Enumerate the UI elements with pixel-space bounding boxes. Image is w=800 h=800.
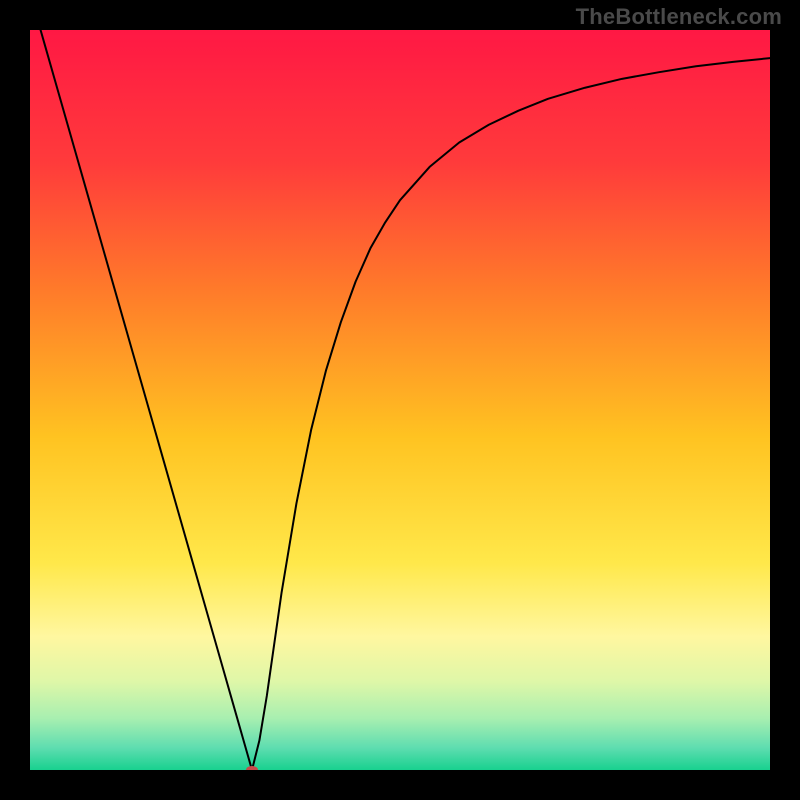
watermark-text: TheBottleneck.com bbox=[576, 4, 782, 30]
plot-area bbox=[30, 30, 770, 770]
gradient-background bbox=[30, 30, 770, 770]
chart-frame: TheBottleneck.com bbox=[0, 0, 800, 800]
bottleneck-chart bbox=[30, 30, 770, 770]
